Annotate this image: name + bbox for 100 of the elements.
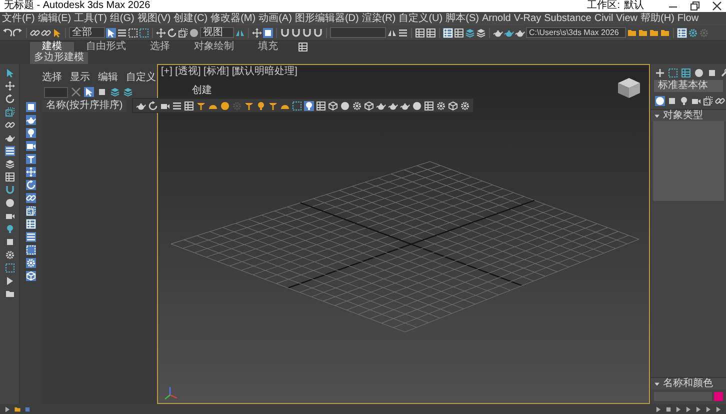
- bulb-icon[interactable]: [679, 96, 689, 106]
- ribbon-tab[interactable]: 对象绘制: [182, 42, 246, 52]
- menu-item[interactable]: 文件(F): [2, 14, 35, 24]
- layers-icon[interactable]: [476, 28, 486, 38]
- layers-icon[interactable]: [110, 87, 120, 97]
- restore-icon[interactable]: [690, 1, 700, 11]
- teapot-icon[interactable]: [26, 115, 36, 125]
- view-cube-icon[interactable]: [617, 77, 641, 99]
- menu-item[interactable]: 创建(C): [174, 14, 208, 24]
- link-icon[interactable]: [4, 120, 14, 130]
- table-icon[interactable]: [426, 28, 436, 38]
- scale-icon[interactable]: [703, 96, 713, 106]
- menu-item[interactable]: 自定义(U): [398, 14, 443, 24]
- table-icon[interactable]: [4, 172, 14, 182]
- explorer-tab[interactable]: 选择: [42, 73, 62, 83]
- table-icon[interactable]: [184, 100, 194, 110]
- cube-icon[interactable]: [448, 100, 458, 110]
- layers-icon[interactable]: [4, 159, 14, 169]
- sphere-icon[interactable]: [694, 68, 704, 78]
- menu-item[interactable]: V-Ray: [514, 14, 542, 24]
- move-icon[interactable]: [4, 81, 14, 91]
- spotlight-icon[interactable]: [196, 100, 206, 110]
- explorer-tab[interactable]: 编辑: [98, 73, 118, 83]
- menu-item[interactable]: 动画(A): [258, 14, 292, 24]
- layers-icon[interactable]: [123, 87, 133, 97]
- teapot-icon[interactable]: [376, 100, 386, 110]
- undo-icon[interactable]: [2, 28, 12, 38]
- menu-item[interactable]: 编辑(E): [38, 14, 72, 24]
- color-swatch[interactable]: [714, 392, 723, 401]
- sphere-icon[interactable]: [4, 198, 14, 208]
- menu-item[interactable]: Substance: [544, 14, 592, 24]
- caret-down-icon[interactable]: [654, 380, 660, 386]
- teapot-icon[interactable]: [493, 28, 503, 38]
- list-icon[interactable]: [4, 146, 14, 156]
- rollout-header[interactable]: 对象类型: [651, 109, 726, 121]
- ribbon-tab[interactable]: 填充: [246, 42, 290, 52]
- menu-item[interactable]: Arnold: [482, 14, 511, 24]
- dashed-square-icon[interactable]: [4, 263, 14, 273]
- menu-item[interactable]: 脚本(S): [446, 14, 479, 24]
- ribbon-tab[interactable]: 自由形式: [74, 42, 138, 52]
- square-icon[interactable]: [667, 96, 677, 106]
- cursor-icon[interactable]: [106, 28, 116, 38]
- search-field[interactable]: [44, 86, 68, 98]
- column-header[interactable]: 名称(按升序排序): [42, 100, 127, 112]
- named-selection-field[interactable]: [330, 27, 386, 38]
- table-icon[interactable]: [298, 42, 308, 52]
- menu-item[interactable]: 工具(T): [74, 14, 107, 24]
- dashed-square-icon[interactable]: [128, 28, 138, 38]
- menu-item[interactable]: 图形编辑器(D): [294, 14, 359, 24]
- spotlight-icon[interactable]: [26, 154, 36, 164]
- scale-icon[interactable]: [178, 28, 188, 38]
- list-icon[interactable]: [26, 232, 36, 242]
- layers-icon[interactable]: [465, 28, 475, 38]
- category-dropdown[interactable]: 标准基本体: [654, 80, 723, 92]
- link-icon[interactable]: [715, 96, 725, 106]
- link-icon[interactable]: [41, 28, 51, 38]
- menu-item[interactable]: Civil View: [594, 14, 638, 24]
- square-icon[interactable]: [665, 406, 672, 412]
- close-icon[interactable]: [712, 1, 722, 11]
- table-icon[interactable]: [454, 28, 464, 38]
- camera-icon[interactable]: [691, 96, 701, 106]
- square-icon[interactable]: [263, 28, 273, 38]
- menu-item[interactable]: 帮助(H): [640, 14, 674, 24]
- sphere-icon[interactable]: [655, 96, 665, 106]
- redo-icon[interactable]: [13, 28, 23, 38]
- cube-icon[interactable]: [328, 100, 338, 110]
- table-icon[interactable]: [424, 100, 434, 110]
- ribbon-tab[interactable]: 建模: [30, 42, 74, 52]
- cursor-icon[interactable]: [84, 87, 94, 97]
- sphere-icon[interactable]: [189, 28, 199, 38]
- project-folder-dropdown[interactable]: C:\Users\s\3ds Max 2026: [526, 27, 626, 38]
- dashed-square-icon[interactable]: [668, 68, 678, 78]
- cursor-icon[interactable]: [52, 28, 62, 38]
- square-icon[interactable]: [26, 102, 36, 112]
- cursor-icon[interactable]: [4, 68, 14, 78]
- play-icon[interactable]: [4, 276, 14, 286]
- rotate-icon[interactable]: [4, 94, 14, 104]
- camera-icon[interactable]: [4, 211, 14, 221]
- teapot-icon[interactable]: [388, 100, 398, 110]
- bulb-icon[interactable]: [256, 100, 266, 110]
- magnet-icon[interactable]: [4, 185, 14, 195]
- teapot-icon[interactable]: [504, 28, 514, 38]
- table-icon[interactable]: [415, 28, 425, 38]
- camera-icon[interactable]: [26, 141, 36, 151]
- rotate-icon[interactable]: [148, 100, 158, 110]
- square-icon[interactable]: [4, 237, 14, 247]
- table-icon[interactable]: [316, 100, 326, 110]
- ribbon-tab[interactable]: 选择: [138, 42, 182, 52]
- sphere-icon[interactable]: [340, 100, 350, 110]
- link-icon[interactable]: [26, 193, 36, 203]
- teapot-icon[interactable]: [400, 100, 410, 110]
- link-icon[interactable]: [30, 28, 40, 38]
- teapot-icon[interactable]: [515, 28, 525, 38]
- rotate-icon[interactable]: [167, 28, 177, 38]
- square-icon[interactable]: [97, 87, 107, 97]
- plus-icon[interactable]: [655, 68, 665, 78]
- dashed-square-icon[interactable]: [292, 100, 302, 110]
- table-icon[interactable]: [681, 68, 691, 78]
- mirror-icon[interactable]: [235, 28, 245, 38]
- menu-item[interactable]: 修改器(M): [210, 14, 256, 24]
